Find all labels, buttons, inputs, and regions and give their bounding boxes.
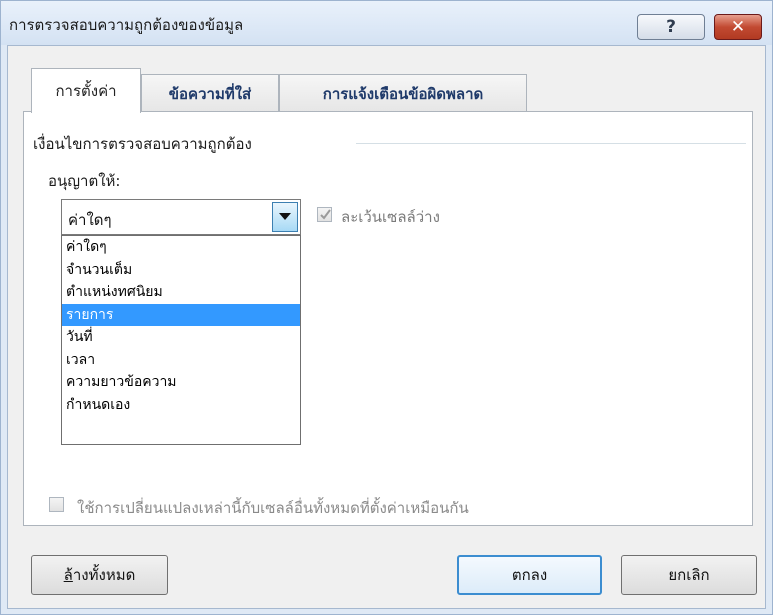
ignore-blank-checkbox[interactable] — [317, 207, 332, 222]
cancel-button[interactable]: ยกเลิก — [621, 555, 757, 595]
close-icon: ✕ — [730, 17, 746, 37]
allow-option[interactable]: จำนวนเต็ม — [62, 259, 300, 282]
tab-input-message[interactable]: ข้อความที่ใส่ — [141, 74, 279, 112]
tab-settings-label: การตั้งค่า — [55, 82, 117, 100]
clear-all-mnemonic: ล — [63, 566, 73, 584]
clear-all-button[interactable]: ล้างทั้งหมด — [31, 555, 168, 595]
ignore-blank-label: ละเว้นเซลล์ว่าง — [341, 208, 440, 226]
close-button[interactable]: ✕ — [714, 14, 762, 40]
checkmark-icon — [320, 209, 331, 220]
allow-option[interactable]: ค่าใดๆ — [62, 236, 300, 259]
apply-all-label: ใช้การเปลี่ยนแปลงเหล่านี้กับเซลล์อื่นทั้… — [77, 499, 469, 517]
allow-option[interactable]: เวลา — [62, 349, 300, 372]
help-icon: ? — [666, 17, 676, 37]
ok-label: ตกลง — [511, 566, 548, 584]
chevron-down-icon — [279, 213, 291, 220]
title-bar: การตรวจสอบความถูกต้องของข้อมูล ? ✕ — [1, 1, 772, 45]
allow-option[interactable]: กำหนดเอง — [62, 394, 300, 417]
tab-settings[interactable]: การตั้งค่า — [31, 68, 141, 113]
allow-label-prefix: อนุญาตให — [48, 172, 116, 190]
tab-error-alert[interactable]: การแจ้งเตือนข้อผิดพลาด — [279, 74, 527, 112]
allow-label-suffix: : — [115, 172, 121, 190]
allow-option[interactable]: ความยาวข้อความ — [62, 371, 300, 394]
allow-select-value: ค่าใดๆ — [68, 211, 112, 229]
allow-label: อนุญาตให้: — [48, 169, 120, 193]
allow-select-dropdown-button[interactable] — [272, 202, 298, 232]
data-validation-dialog: การตรวจสอบความถูกต้องของข้อมูล ? ✕ การตั… — [0, 0, 773, 615]
cancel-label: ยกเลิก — [668, 566, 710, 584]
group-divider — [356, 143, 746, 144]
allow-option[interactable]: ตำแหน่งทศนิยม — [62, 281, 300, 304]
dialog-title: การตรวจสอบความถูกต้องของข้อมูล — [9, 16, 244, 34]
help-button[interactable]: ? — [637, 14, 705, 40]
allow-select[interactable]: ค่าใดๆ — [61, 199, 301, 235]
allow-option[interactable]: วันที่ — [62, 326, 300, 349]
validation-criteria-label: เงื่อนไขการตรวจสอบความถูกต้อง — [33, 132, 258, 156]
tab-input-message-label: ข้อความที่ใส่ — [168, 84, 252, 103]
allow-options-list: ค่าใดๆ จำนวนเต็ม ตำแหน่งทศนิยม รายการ วันที่… — [61, 235, 301, 445]
ok-button[interactable]: ตกลง — [457, 555, 602, 595]
tab-error-alert-label: การแจ้งเตือนข้อผิดพลาด — [322, 84, 484, 103]
clear-all-label: ล้างทั้งหมด — [64, 563, 136, 587]
clear-all-label-rest: ้างทั้งหมด — [72, 566, 136, 584]
apply-all-checkbox[interactable] — [49, 497, 64, 512]
allow-option[interactable]: รายการ — [62, 303, 300, 326]
